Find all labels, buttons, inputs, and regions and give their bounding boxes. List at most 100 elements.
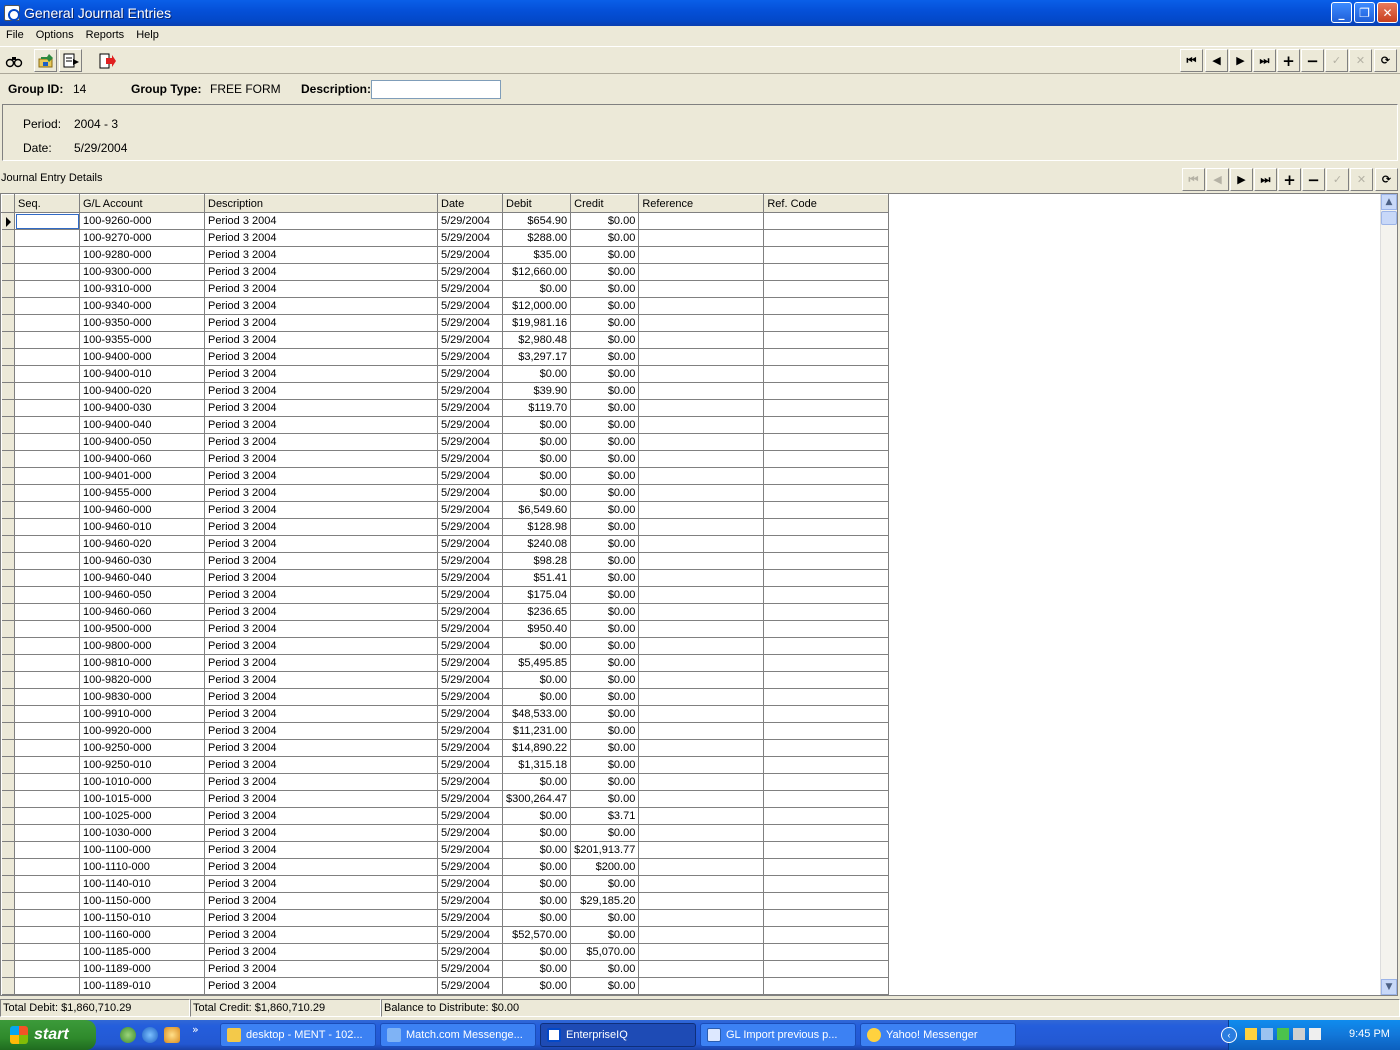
cell-ref-code[interactable]: [763, 858, 890, 876]
cell-reference[interactable]: [638, 501, 765, 519]
cell-reference[interactable]: [638, 943, 765, 961]
table-row[interactable]: 100-1110-000 Period 3 2004 5/29/2004 $0.00 $…: [1, 858, 890, 876]
detail-cancel-button[interactable]: ✕: [1350, 168, 1373, 191]
cell-description[interactable]: Period 3 2004: [204, 535, 438, 553]
cell-credit[interactable]: $0.00: [570, 773, 640, 791]
cell-description[interactable]: Period 3 2004: [204, 943, 438, 961]
cell-date[interactable]: 5/29/2004: [437, 348, 503, 366]
cell-credit[interactable]: $0.00: [570, 501, 640, 519]
cell-date[interactable]: 5/29/2004: [437, 552, 503, 570]
cell-gl-account[interactable]: 100-9910-000: [79, 705, 205, 723]
cell-date[interactable]: 5/29/2004: [437, 620, 503, 638]
cell-date[interactable]: 5/29/2004: [437, 280, 503, 298]
cell-ref-code[interactable]: [763, 977, 890, 995]
cell-description[interactable]: Period 3 2004: [204, 858, 438, 876]
task-gl-import[interactable]: GL Import previous p...: [700, 1023, 856, 1047]
table-row[interactable]: 100-1100-000 Period 3 2004 5/29/2004 $0.00 $…: [1, 841, 890, 859]
row-indicator[interactable]: [1, 229, 15, 247]
cell-description[interactable]: Period 3 2004: [204, 467, 438, 485]
cell-gl-account[interactable]: 100-9460-050: [79, 586, 205, 604]
row-indicator[interactable]: [1, 977, 15, 995]
cell-gl-account[interactable]: 100-9460-060: [79, 603, 205, 621]
row-indicator[interactable]: [1, 722, 15, 740]
detail-delete-button[interactable]: −: [1302, 168, 1325, 191]
row-indicator[interactable]: [1, 756, 15, 774]
cell-gl-account[interactable]: 100-1189-000: [79, 960, 205, 978]
table-row[interactable]: 100-1150-000 Period 3 2004 5/29/2004 $0.00 $…: [1, 892, 890, 910]
cell-debit[interactable]: $0.00: [502, 892, 572, 910]
cell-debit[interactable]: $0.00: [502, 807, 572, 825]
cell-seq[interactable]: [14, 875, 80, 893]
cell-debit[interactable]: $5,495.85: [502, 654, 572, 672]
table-row[interactable]: 100-1189-010 Period 3 2004 5/29/2004 $0.00 $…: [1, 977, 890, 995]
cell-description[interactable]: Period 3 2004: [204, 416, 438, 434]
row-indicator[interactable]: [1, 365, 15, 383]
cell-description[interactable]: Period 3 2004: [204, 824, 438, 842]
cell-ref-code[interactable]: [763, 688, 890, 706]
tray-app-icon[interactable]: [1245, 1028, 1257, 1040]
col-debit[interactable]: Debit: [501, 194, 572, 213]
cell-description[interactable]: Period 3 2004: [204, 654, 438, 672]
cell-date[interactable]: 5/29/2004: [437, 501, 503, 519]
cell-gl-account[interactable]: 100-9460-000: [79, 501, 205, 519]
cell-debit[interactable]: $175.04: [502, 586, 572, 604]
table-row[interactable]: 100-1140-010 Period 3 2004 5/29/2004 $0.00 $…: [1, 875, 890, 893]
row-indicator[interactable]: [1, 501, 15, 519]
table-row[interactable]: 100-9400-050 Period 3 2004 5/29/2004 $0.00 $…: [1, 433, 890, 451]
cell-seq[interactable]: [14, 433, 80, 451]
row-indicator[interactable]: [1, 841, 15, 859]
row-indicator[interactable]: [1, 535, 15, 553]
cell-date[interactable]: 5/29/2004: [437, 943, 503, 961]
cell-reference[interactable]: [638, 875, 765, 893]
cell-seq[interactable]: [14, 280, 80, 298]
col-ref-code[interactable]: Ref. Code: [763, 194, 890, 213]
cell-credit[interactable]: $0.00: [570, 297, 640, 315]
cell-reference[interactable]: [638, 858, 765, 876]
cell-gl-account[interactable]: 100-9460-020: [79, 535, 205, 553]
table-row[interactable]: 100-1150-010 Period 3 2004 5/29/2004 $0.00 $…: [1, 909, 890, 927]
cell-description[interactable]: Period 3 2004: [204, 297, 438, 315]
ie-quicklaunch-icon[interactable]: [142, 1027, 158, 1043]
cell-seq[interactable]: [14, 858, 80, 876]
cell-ref-code[interactable]: [763, 705, 890, 723]
cell-credit[interactable]: $0.00: [570, 909, 640, 927]
cell-seq[interactable]: [14, 620, 80, 638]
cell-date[interactable]: 5/29/2004: [437, 433, 503, 451]
cell-debit[interactable]: $35.00: [502, 246, 572, 264]
task-enterpriseiq[interactable]: EnterpriseIQ: [540, 1023, 696, 1047]
scroll-down-icon[interactable]: ▼: [1381, 979, 1397, 995]
cell-credit[interactable]: $0.00: [570, 280, 640, 298]
cell-date[interactable]: 5/29/2004: [437, 671, 503, 689]
cell-ref-code[interactable]: [763, 229, 890, 247]
post-record-button[interactable]: ✓: [1325, 49, 1348, 72]
cell-date[interactable]: 5/29/2004: [437, 450, 503, 468]
cell-ref-code[interactable]: [763, 654, 890, 672]
cell-description[interactable]: Period 3 2004: [204, 688, 438, 706]
cell-gl-account[interactable]: 100-9280-000: [79, 246, 205, 264]
cell-description[interactable]: Period 3 2004: [204, 960, 438, 978]
cell-debit[interactable]: $950.40: [502, 620, 572, 638]
cell-gl-account[interactable]: 100-9310-000: [79, 280, 205, 298]
cell-description[interactable]: Period 3 2004: [204, 875, 438, 893]
cell-credit[interactable]: $0.00: [570, 620, 640, 638]
cell-gl-account[interactable]: 100-9400-020: [79, 382, 205, 400]
cell-gl-account[interactable]: 100-9810-000: [79, 654, 205, 672]
cell-description[interactable]: Period 3 2004: [204, 841, 438, 859]
cell-credit[interactable]: $0.00: [570, 433, 640, 451]
cell-gl-account[interactable]: 100-1150-010: [79, 909, 205, 927]
cell-gl-account[interactable]: 100-1160-000: [79, 926, 205, 944]
cell-debit[interactable]: $0.00: [502, 773, 572, 791]
table-row[interactable]: 100-1010-000 Period 3 2004 5/29/2004 $0.00 $…: [1, 773, 890, 791]
cell-seq[interactable]: [14, 637, 80, 655]
cell-gl-account[interactable]: 100-9250-010: [79, 756, 205, 774]
cell-gl-account[interactable]: 100-9350-000: [79, 314, 205, 332]
cell-description[interactable]: Period 3 2004: [204, 586, 438, 604]
cell-debit[interactable]: $128.98: [502, 518, 572, 536]
cell-ref-code[interactable]: [763, 722, 890, 740]
table-row[interactable]: 100-9460-050 Period 3 2004 5/29/2004 $175.0…: [1, 586, 890, 604]
close-button[interactable]: ✕: [1377, 2, 1398, 23]
cell-description[interactable]: Period 3 2004: [204, 229, 438, 247]
table-row[interactable]: 100-9460-010 Period 3 2004 5/29/2004 $128.9…: [1, 518, 890, 536]
cell-ref-code[interactable]: [763, 314, 890, 332]
table-row[interactable]: 100-9250-000 Period 3 2004 5/29/2004 $14,89…: [1, 739, 890, 757]
